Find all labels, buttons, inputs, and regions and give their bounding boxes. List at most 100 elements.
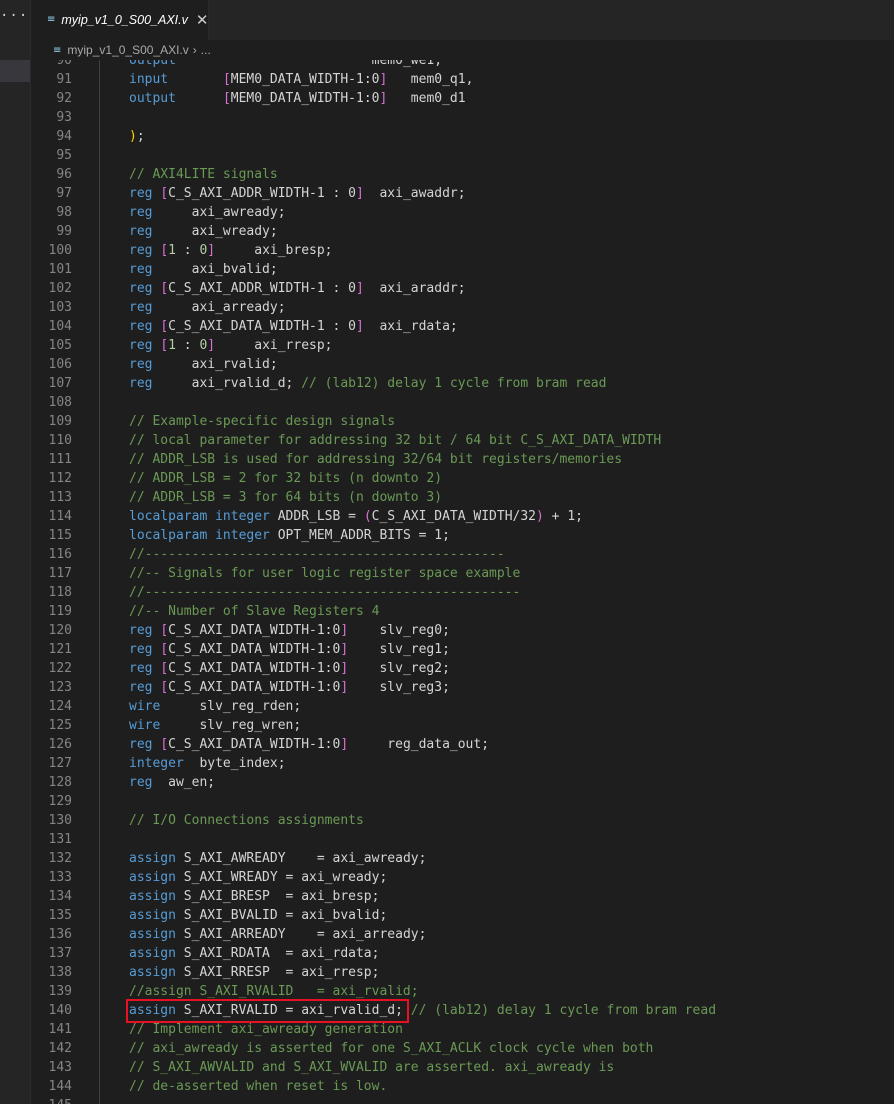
code-line[interactable]: 136 assign S_AXI_ARREADY = axi_arready; [31,925,894,944]
code-line[interactable]: 113 // ADDR_LSB = 3 for 64 bits (n downto… [31,488,894,507]
code-token: axi_rvalid_d; [152,376,302,391]
code-token: [ [222,72,231,87]
code-line[interactable]: 122 reg [C_S_AXI_DATA_WIDTH-1:0] slv_reg2… [31,659,894,678]
code-text: reg axi_rvalid; [129,355,278,374]
code-line[interactable]: 103 reg axi_arready; [31,298,894,317]
code-line[interactable]: 119 //-- Number of Slave Registers 4 [31,602,894,621]
indent-guide [99,336,100,355]
line-number: 112 [48,471,72,486]
code-line[interactable]: 131 [31,830,894,849]
code-line[interactable]: 134 assign S_AXI_BRESP = axi_bresp; [31,887,894,906]
close-icon[interactable]: ✕ [196,11,209,29]
code-line[interactable]: 127 integer byte_index; [31,754,894,773]
code-token: // S_AXI_AWVALID and S_AXI_WVALID are as… [129,1060,615,1075]
code-line[interactable]: 111 // ADDR_LSB is used for addressing 32… [31,450,894,469]
line-number: 109 [48,414,72,429]
indent-guide [99,545,100,564]
code-line[interactable]: 99 reg axi_wready; [31,222,894,241]
line-number: 123 [48,680,72,695]
code-line[interactable]: 105 reg [1 : 0] axi_rresp; [31,336,894,355]
code-token: : [175,338,200,353]
code-line[interactable]: 97 reg [C_S_AXI_ADDR_WIDTH-1 : 0] axi_awa… [31,184,894,203]
indent-guide [99,735,100,754]
code-line[interactable]: 112 // ADDR_LSB = 2 for 32 bits (n downto… [31,469,894,488]
code-line[interactable]: 130 // I/O Connections assignments [31,811,894,830]
breadcrumb-symbols[interactable]: ... [201,43,211,57]
code-line[interactable]: 94); [31,127,894,146]
code-line[interactable]: 92 output [MEM0_DATA_WIDTH-1:0] mem0_d1 [31,89,894,108]
code-line[interactable]: 90 output mem0_we1, [31,60,894,70]
code-text: ); [129,127,145,146]
code-line[interactable]: 133 assign S_AXI_WREADY = axi_wready; [31,868,894,887]
code-line[interactable]: 145 [31,1096,894,1104]
code-line[interactable]: 143 // S_AXI_AWVALID and S_AXI_WVALID are… [31,1058,894,1077]
code-token: assign [129,870,176,885]
code-line[interactable]: 126 reg [C_S_AXI_DATA_WIDTH-1:0] reg_data… [31,735,894,754]
code-token: reg [129,376,153,391]
code-line[interactable]: 118 //-----------------------------------… [31,583,894,602]
code-line[interactable]: 101 reg axi_bvalid; [31,260,894,279]
tab-editor-file[interactable]: ≡ myip_v1_0_S00_AXI.v ✕ [31,0,209,40]
code-line[interactable]: 115 localparam integer OPT_MEM_ADDR_BITS … [31,526,894,545]
code-token: reg [129,300,153,315]
line-number: 122 [48,661,72,676]
indent-guide [99,127,100,146]
sidebar-selected-item[interactable] [0,60,30,82]
code-line[interactable]: 95 [31,146,894,165]
code-token: : [175,243,200,258]
code-line[interactable]: 107 reg axi_rvalid_d; // (lab12) delay 1 … [31,374,894,393]
code-line[interactable]: 98 reg axi_awready; [31,203,894,222]
indent-guide [99,906,100,925]
line-number: 114 [48,509,72,524]
code-line[interactable]: 121 reg [C_S_AXI_DATA_WIDTH-1:0] slv_reg1… [31,640,894,659]
code-token: [ [160,338,169,353]
indent-guide [99,60,100,70]
code-line[interactable]: 93 [31,108,894,127]
code-line[interactable]: 106 reg axi_rvalid; [31,355,894,374]
code-line[interactable]: 96 // AXI4LITE signals [31,165,894,184]
line-number: 138 [48,965,72,980]
code-line[interactable]: 137 assign S_AXI_RDATA = axi_rdata; [31,944,894,963]
code-line[interactable]: 91 input [MEM0_DATA_WIDTH-1:0] mem0_q1, [31,70,894,89]
code-line[interactable]: 117 //-- Signals for user logic register … [31,564,894,583]
code-line[interactable]: 138 assign S_AXI_RRESP = axi_rresp; [31,963,894,982]
code-line[interactable]: 116 //-----------------------------------… [31,545,894,564]
indent-guide [99,393,100,412]
code-token: wire [129,718,161,733]
code-token: [ [160,737,169,752]
code-token: slv_reg0; [348,623,450,638]
code-token: [ [160,623,169,638]
code-line[interactable]: 108 [31,393,894,412]
code-token: reg [129,224,153,239]
code-line[interactable]: 128 reg aw_en; [31,773,894,792]
line-number: 103 [48,300,72,315]
code-token: C_S_AXI_ADDR_WIDTH-1 : 0 [168,186,356,201]
code-line[interactable]: 144 // de-asserted when reset is low. [31,1077,894,1096]
indent-guide [99,241,100,260]
code-line[interactable]: 110 // local parameter for addressing 32 … [31,431,894,450]
code-line[interactable]: 123 reg [C_S_AXI_DATA_WIDTH-1:0] slv_reg3… [31,678,894,697]
code-token: axi_bvalid; [152,262,278,277]
line-number: 121 [48,642,72,657]
line-number: 111 [48,452,72,467]
code-line[interactable]: 132 assign S_AXI_AWREADY = axi_awready; [31,849,894,868]
code-token: MEM0_DATA_WIDTH-1:0 [230,91,380,106]
code-line[interactable]: 100 reg [1 : 0] axi_bresp; [31,241,894,260]
more-actions-icon[interactable]: ··· [0,8,28,24]
code-line[interactable]: 124 wire slv_reg_rden; [31,697,894,716]
line-number: 99 [56,224,72,239]
code-line[interactable]: 135 assign S_AXI_BVALID = axi_bvalid; [31,906,894,925]
code-line[interactable]: 120 reg [C_S_AXI_DATA_WIDTH-1:0] slv_reg0… [31,621,894,640]
code-editor[interactable]: 90 output mem0_we1, 91 input [MEM0_DATA_WID… [31,60,894,1104]
indent-guide [99,773,100,792]
code-line[interactable]: 114 localparam integer ADDR_LSB = (C_S_AX… [31,507,894,526]
code-line[interactable]: 109 // Example-specific design signals [31,412,894,431]
code-token: mem0_we1, [175,60,443,68]
code-line[interactable]: 125 wire slv_reg_wren; [31,716,894,735]
breadcrumb-file[interactable]: myip_v1_0_S00_AXI.v [67,43,188,57]
code-line[interactable]: 104 reg [C_S_AXI_DATA_WIDTH-1 : 0] axi_rd… [31,317,894,336]
code-line[interactable]: 142 // axi_awready is asserted for one S_… [31,1039,894,1058]
code-line[interactable]: 102 reg [C_S_AXI_ADDR_WIDTH-1 : 0] axi_ar… [31,279,894,298]
code-line[interactable]: 129 [31,792,894,811]
